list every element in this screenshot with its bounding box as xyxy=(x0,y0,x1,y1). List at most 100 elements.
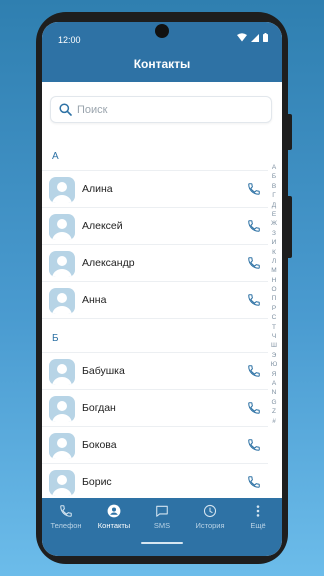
contact-name: Алексей xyxy=(82,220,123,232)
avatar xyxy=(49,470,75,496)
contact-name: Анна xyxy=(82,294,107,306)
contact-row[interactable]: Алексей xyxy=(42,208,268,245)
avatar xyxy=(49,396,75,422)
contact-name: Богдан xyxy=(82,402,116,414)
contact-row[interactable]: Алина xyxy=(42,171,268,208)
call-button[interactable] xyxy=(247,293,261,307)
status-icons xyxy=(237,33,268,42)
alphabet-index-letter[interactable]: Г xyxy=(268,191,280,200)
contact-row[interactable]: Бокова xyxy=(42,427,268,464)
contact-name: Борис xyxy=(82,476,112,488)
phone-icon xyxy=(247,439,261,456)
call-button[interactable] xyxy=(247,475,261,489)
divider xyxy=(42,318,268,319)
alphabet-index-letter[interactable]: Ж xyxy=(268,219,280,228)
nav-contacts-label: Контакты xyxy=(97,521,131,530)
search-icon xyxy=(59,103,72,116)
avatar xyxy=(49,177,75,203)
alphabet-index-letter[interactable]: N xyxy=(268,388,280,397)
contact-name: Александр xyxy=(82,257,135,269)
alphabet-index-letter[interactable]: Я xyxy=(268,370,280,379)
avatar xyxy=(49,251,75,277)
alphabet-index-letter[interactable]: Д xyxy=(268,201,280,210)
bottom-navigation: Телефон Контакты SMS История Ещё xyxy=(42,498,282,556)
alphabet-index-letter[interactable]: З xyxy=(268,229,280,238)
phone-icon xyxy=(247,257,261,274)
alphabet-index-letter[interactable]: Ш xyxy=(268,341,280,350)
alphabet-index-letter[interactable]: Z xyxy=(268,407,280,416)
alphabet-index-letter[interactable]: Б xyxy=(268,172,280,181)
power-button xyxy=(288,114,292,150)
page-title: Контакты xyxy=(133,57,191,71)
alphabet-index-letter[interactable]: # xyxy=(268,417,280,426)
avatar xyxy=(49,214,75,240)
alphabet-index-letter[interactable]: Р xyxy=(268,304,280,313)
alphabet-index-letter[interactable]: Ч xyxy=(268,332,280,341)
alphabet-index-letter[interactable]: О xyxy=(268,285,280,294)
phone-icon xyxy=(247,183,261,200)
call-button[interactable] xyxy=(247,219,261,233)
contact-name: Бабушка xyxy=(82,365,125,377)
avatar xyxy=(49,359,75,385)
nav-phone-label: Телефон xyxy=(50,521,82,530)
front-camera xyxy=(155,24,169,38)
contact-name: Алина xyxy=(82,183,113,195)
nav-sms[interactable]: SMS xyxy=(138,504,186,538)
section-header: А xyxy=(52,151,59,162)
contact-row[interactable]: Александр xyxy=(42,245,268,282)
avatar xyxy=(49,433,75,459)
alphabet-index-letter[interactable]: К xyxy=(268,248,280,257)
alphabet-index-letter[interactable]: В xyxy=(268,182,280,191)
phone-icon xyxy=(247,402,261,419)
phone-icon xyxy=(247,294,261,311)
search-bar[interactable] xyxy=(50,96,272,123)
alphabet-index-letter[interactable]: Ю xyxy=(268,360,280,369)
nav-contacts[interactable]: Контакты xyxy=(90,504,138,538)
home-indicator[interactable] xyxy=(141,542,183,544)
alphabet-index-letter[interactable]: G xyxy=(268,398,280,407)
status-time: 12:00 xyxy=(58,35,81,45)
call-button[interactable] xyxy=(247,438,261,452)
alphabet-index-letter[interactable]: Э xyxy=(268,351,280,360)
app-bar: 12:00 Контакты xyxy=(42,22,282,82)
avatar xyxy=(49,288,75,314)
nav-more[interactable]: Ещё xyxy=(234,504,282,538)
call-button[interactable] xyxy=(247,256,261,270)
clock-icon xyxy=(203,504,217,518)
call-button[interactable] xyxy=(247,364,261,378)
contact-name: Бокова xyxy=(82,439,117,451)
alphabet-index-letter[interactable]: М xyxy=(268,266,280,275)
nav-phone[interactable]: Телефон xyxy=(42,504,90,538)
signal-icon xyxy=(251,33,259,42)
volume-button xyxy=(288,196,292,258)
call-button[interactable] xyxy=(247,401,261,415)
alphabet-index-letter[interactable]: П xyxy=(268,294,280,303)
alphabet-index-letter[interactable]: Л xyxy=(268,257,280,266)
search-input[interactable] xyxy=(77,101,257,119)
nav-history-label: История xyxy=(195,521,225,530)
message-icon xyxy=(156,505,168,517)
call-button[interactable] xyxy=(247,182,261,196)
contact-row[interactable]: Анна xyxy=(42,282,268,319)
contacts-list[interactable]: А Алина Алексей Александр Анна Б Бабушка Богдан… xyxy=(42,82,282,498)
alphabet-index-letter[interactable]: С xyxy=(268,313,280,322)
contact-row[interactable]: Борис xyxy=(42,464,268,498)
alphabet-index-letter[interactable]: Т xyxy=(268,323,280,332)
battery-icon xyxy=(263,33,268,42)
alphabet-index-letter[interactable]: A xyxy=(268,379,280,388)
alphabet-index[interactable]: А Б В Г Д Е Ж З И К Л М Н О П Р С Т Ч Ш Э Ю Я A N G Z # xyxy=(268,163,280,455)
wifi-icon xyxy=(237,33,247,42)
phone-screen: 12:00 Контакты А Алина Алексей Александр Анн… xyxy=(42,22,282,556)
person-icon xyxy=(107,504,121,518)
phone-icon xyxy=(247,365,261,382)
contact-row[interactable]: Бабушка xyxy=(42,353,268,390)
more-icon xyxy=(256,505,260,517)
alphabet-index-letter[interactable]: А xyxy=(268,163,280,172)
contact-row[interactable]: Богдан xyxy=(42,390,268,427)
alphabet-index-letter[interactable]: Е xyxy=(268,210,280,219)
phone-icon xyxy=(60,505,72,517)
nav-history[interactable]: История xyxy=(186,504,234,538)
section-header: Б xyxy=(52,333,59,344)
alphabet-index-letter[interactable]: И xyxy=(268,238,280,247)
alphabet-index-letter[interactable]: Н xyxy=(268,276,280,285)
